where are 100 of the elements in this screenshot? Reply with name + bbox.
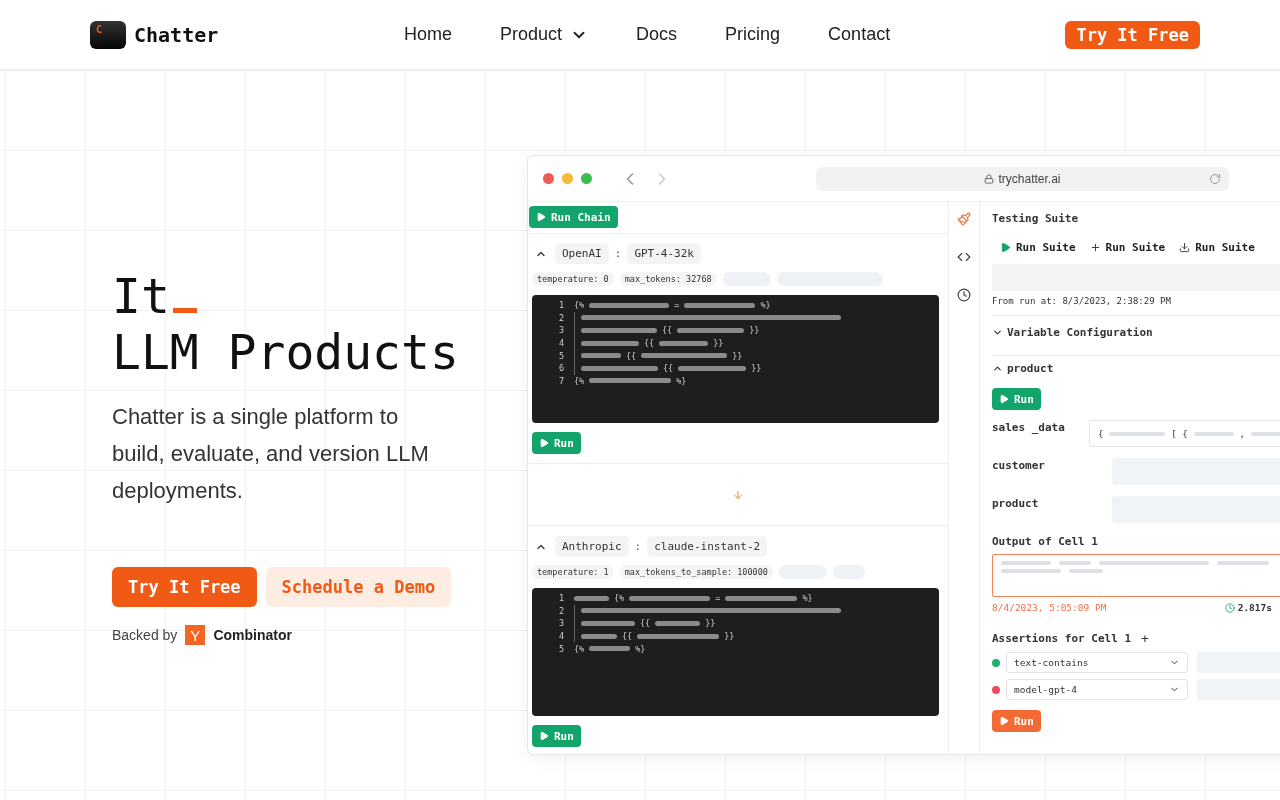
code-token: }}	[724, 631, 735, 642]
close-dot[interactable]	[543, 173, 554, 184]
code-token: }}	[749, 325, 760, 336]
section-toggle[interactable]: product	[1007, 362, 1054, 375]
play-icon	[999, 394, 1009, 404]
code-placeholder-bar	[581, 353, 621, 359]
line-number: 3	[557, 325, 565, 336]
provider-chip[interactable]: OpenAI	[555, 243, 609, 264]
code-token: {{	[662, 325, 673, 336]
variable-name: sales _data	[992, 420, 1066, 436]
play-icon	[1000, 242, 1011, 253]
run-suite-button[interactable]: Run Suite	[1179, 241, 1255, 254]
code-editor[interactable]: 1 {% = %} 2 3 {{ }} 4 {{ }} 5 {% %}	[532, 588, 939, 716]
variable-name: customer	[992, 458, 1046, 474]
code-placeholder-bar	[655, 621, 701, 626]
code-token: =	[674, 300, 680, 311]
code-icon[interactable]	[957, 250, 971, 264]
output-title: Output of Cell 1	[992, 535, 1099, 548]
model-chip[interactable]: claude-instant-2	[647, 536, 768, 557]
history-icon[interactable]	[957, 288, 971, 302]
nav-link[interactable]: Product	[500, 24, 589, 45]
line-number: 1	[557, 300, 565, 311]
code-placeholder-bar	[659, 340, 709, 346]
code-token: }}	[751, 363, 762, 374]
code-token: {{	[626, 350, 637, 361]
code-token: =	[715, 593, 721, 604]
code-token: %}	[802, 593, 813, 604]
run-timestamp: From run at: 8/3/2023, 2:38:29 PM	[992, 296, 1280, 316]
line-number: 3	[557, 618, 565, 629]
cursor-mark	[172, 308, 197, 313]
panel-title: Testing Suite	[992, 212, 1080, 225]
code-token: {{	[644, 338, 655, 349]
code-token: {%	[574, 375, 585, 386]
param-chip: temperature: 1	[532, 565, 614, 579]
code-editor[interactable]: 1 {% = %} 2 3 {{ }} 4 {{ }} 5 {{ }} 6 {{ }} 7 {% %}	[532, 295, 939, 423]
url-text: trychatter.ai	[998, 171, 1061, 186]
code-token: }}	[732, 350, 743, 361]
assertions-title: Assertions for Cell 1	[992, 632, 1132, 645]
assertion-select[interactable]: text-contains	[1006, 652, 1188, 673]
brush-icon[interactable]	[957, 212, 971, 226]
code-token: }}	[713, 338, 724, 349]
nav-link[interactable]: Home	[404, 24, 452, 45]
lock-icon	[984, 173, 995, 184]
plus-icon	[1089, 242, 1101, 253]
code-token: {%	[574, 643, 585, 654]
code-token: {{	[640, 618, 651, 629]
code-token: {{	[622, 631, 633, 642]
minimize-dot[interactable]	[562, 173, 573, 184]
line-number: 7	[557, 375, 565, 386]
assertion-select[interactable]: model-gpt-4	[1006, 679, 1188, 700]
nav-link[interactable]: Pricing	[725, 24, 781, 45]
code-placeholder-bar	[581, 340, 639, 346]
brand-name[interactable]: Chatter	[134, 22, 219, 47]
code-token: %}	[676, 375, 687, 386]
chevron-icon[interactable]	[992, 327, 1003, 338]
address-bar[interactable]: trychatter.ai	[816, 166, 1229, 191]
param-chip: temperature: 0	[532, 272, 614, 286]
run-suite-button[interactable]: Run Suite	[1089, 241, 1166, 254]
play-icon	[999, 716, 1009, 726]
line-number: 5	[557, 643, 565, 654]
play-icon	[539, 731, 549, 741]
param-chip: max_tokens_to_sample: 100000	[619, 565, 773, 579]
code-placeholder-bar	[589, 646, 631, 652]
nav-link[interactable]: Contact	[828, 24, 891, 45]
play-icon	[539, 438, 549, 448]
line-number: 4	[557, 631, 565, 642]
maximize-dot[interactable]	[581, 173, 592, 184]
variable-field[interactable]: { [ { ,	[1088, 420, 1280, 447]
section-toggle[interactable]: Variable Configuration	[1007, 326, 1153, 339]
code-placeholder-bar	[677, 328, 745, 333]
code-placeholder-bar	[684, 302, 756, 308]
param-chip: max_tokens: 32768	[619, 272, 717, 286]
code-token: {%	[574, 300, 585, 311]
separator: :	[634, 540, 642, 553]
hero-heading: It	[112, 268, 170, 324]
provider-chip[interactable]: Anthropic	[555, 536, 629, 557]
output-timestamp: 8/4/2023, 5:05:09 PM	[992, 602, 1107, 613]
model-chip[interactable]: GPT-4-32k	[627, 243, 701, 264]
code-token: %}	[760, 300, 771, 311]
code-placeholder-bar	[581, 633, 617, 639]
hero-heading: LLM Products	[112, 324, 459, 380]
run-suite-button[interactable]: Run Suite	[1000, 241, 1076, 254]
combinator-name: Combinator	[213, 627, 292, 643]
code-placeholder-bar	[678, 365, 747, 371]
down-arrow-icon	[732, 488, 744, 501]
code-token: {{	[663, 363, 674, 374]
code-placeholder-bar	[574, 595, 609, 601]
logo-icon[interactable]: C	[90, 20, 126, 49]
line-number: 2	[557, 605, 565, 616]
line-number: 5	[557, 350, 565, 361]
variable-name: product	[992, 496, 1040, 512]
reload-icon[interactable]	[1209, 172, 1221, 185]
line-number: 4	[557, 338, 565, 349]
hero-description: Chatter is a single platform to build, evaluate, and version LLM deployments.	[112, 403, 430, 505]
nav-link[interactable]: Docs	[636, 24, 678, 45]
add-assertion-button[interactable]: +	[1141, 631, 1149, 646]
code-placeholder-bar	[581, 621, 635, 626]
line-number: 6	[557, 363, 565, 374]
y-logo: Y	[185, 625, 206, 645]
code-token: {%	[614, 593, 625, 604]
